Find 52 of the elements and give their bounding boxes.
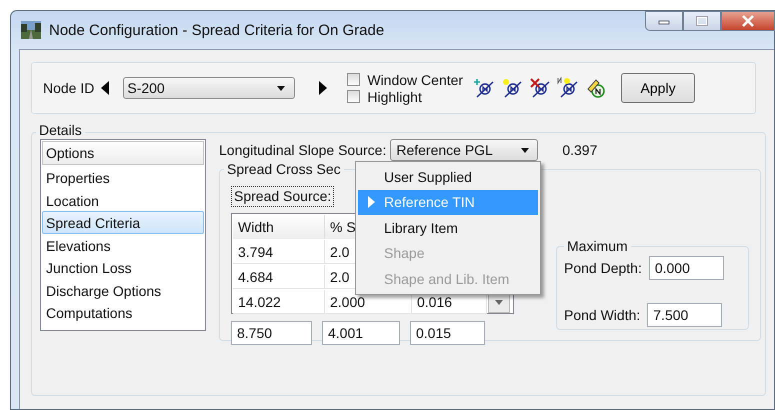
pond-field[interactable]: 0.000 (648, 256, 724, 280)
node-id-label: Node ID (43, 80, 94, 96)
options-header: Options (42, 141, 204, 165)
field-label: Pond Width: (564, 307, 640, 323)
close-icon (741, 15, 755, 27)
maximize-button[interactable] (683, 11, 721, 31)
options-item[interactable]: Junction Loss (42, 256, 204, 278)
caret-icon (520, 146, 530, 154)
caret-icon (276, 84, 286, 92)
total-field[interactable]: 4.001 (322, 321, 400, 345)
options-item[interactable]: Properties (42, 166, 204, 188)
details-title: Details (36, 122, 85, 138)
checkbox-label: Window Center (367, 72, 464, 88)
checkbox[interactable] (347, 90, 360, 103)
caret-icon (495, 300, 503, 304)
field-label: Pond Depth: (564, 260, 642, 276)
options-item[interactable]: Elevations (42, 234, 204, 256)
column-header: Width (233, 215, 325, 239)
total-field[interactable]: 0.015 (410, 321, 485, 345)
pencil-node-icon[interactable] (585, 77, 608, 99)
maximize-icon (696, 16, 708, 26)
apply-button[interactable]: Apply (621, 73, 696, 103)
slope-value: 0.397 (562, 142, 598, 158)
road-icon (21, 21, 41, 39)
options-item[interactable]: Location (42, 188, 204, 211)
star-node-icon[interactable] (501, 77, 524, 99)
table-cell: 14.022 (233, 290, 325, 314)
pointer-arrow-icon (368, 196, 375, 208)
minimize-button[interactable] (645, 11, 683, 31)
next-arrow-icon[interactable] (319, 81, 328, 95)
slope-source-label: Longitudinal Slope Source: (219, 142, 386, 158)
node-id-dropdown[interactable]: S-200 (123, 77, 296, 99)
menu-item[interactable]: User Supplied (358, 164, 538, 190)
node-id-value: S-200 (127, 80, 165, 96)
window-title: Node Configuration - Spread Criteria for On Grade (49, 22, 386, 38)
star-node-icon[interactable] (557, 77, 580, 99)
pond-field[interactable]: 7.500 (647, 303, 722, 327)
slope-source-dropdown[interactable]: Reference PGL (390, 139, 538, 161)
checkbox[interactable] (347, 73, 360, 86)
close-button[interactable] (721, 11, 775, 31)
cross-node-icon[interactable] (529, 77, 552, 99)
options-item[interactable]: Computations (42, 301, 204, 324)
previous-arrow-icon[interactable] (101, 81, 110, 95)
options-item[interactable]: Spread Criteria (42, 211, 204, 234)
spread-source-label: Spread Source: (231, 186, 334, 207)
table-cell: 4.684 (233, 265, 325, 289)
table-cell: 3.794 (233, 240, 325, 264)
sparkle-node-icon[interactable] (473, 77, 496, 99)
options-item[interactable]: Discharge Options (42, 278, 204, 301)
slope-source-value: Reference PGL (396, 142, 493, 158)
checkbox-label: Highlight (367, 88, 422, 104)
total-field[interactable]: 8.750 (231, 321, 312, 345)
